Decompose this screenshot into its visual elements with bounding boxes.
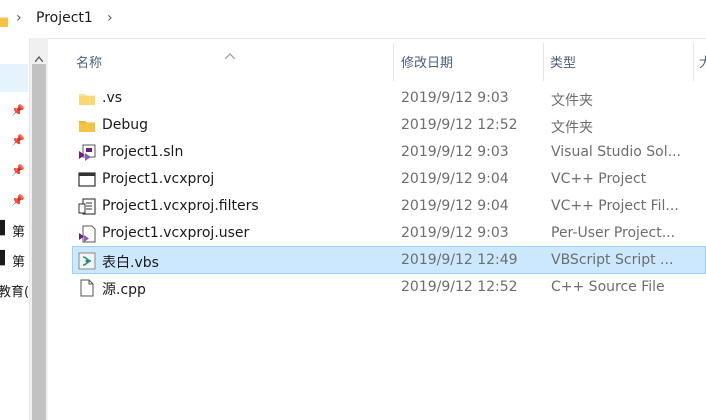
file-name: .vs xyxy=(102,90,123,106)
file-date: 2019/9/12 12:52 xyxy=(401,279,518,295)
file-name: Project1.vcxproj.filters xyxy=(102,198,259,214)
address-bar[interactable]: › Project1 › xyxy=(0,0,706,39)
column-divider[interactable] xyxy=(693,43,694,81)
file-type: VC++ Project Fil... xyxy=(551,198,679,214)
column-header-size[interactable]: 大 xyxy=(699,52,706,71)
file-row[interactable]: 源.cpp 2019/9/12 12:52 C++ Source File xyxy=(72,274,706,301)
file-row[interactable]: Debug 2019/9/12 12:52 文件夹 xyxy=(72,112,706,139)
file-row[interactable]: Project1.sln 2019/9/12 9:03 Visual Studi… xyxy=(72,139,706,166)
blank-file-icon xyxy=(78,279,96,297)
file-date: 2019/9/12 9:04 xyxy=(401,198,509,214)
file-name: 源.cpp xyxy=(102,282,146,298)
file-date: 2019/9/12 12:52 xyxy=(401,117,518,133)
column-header-type[interactable]: 类型 xyxy=(550,52,576,71)
file-type: 文件夹 xyxy=(551,120,593,136)
file-name: Project1.sln xyxy=(102,144,184,160)
file-row-selected[interactable]: 表白.vbs 2019/9/12 12:49 VBScript Script .… xyxy=(72,246,706,274)
file-row[interactable]: .vs 2019/9/12 9:03 文件夹 xyxy=(72,85,706,112)
file-name: Project1.vcxproj xyxy=(102,171,215,187)
column-header-bar: 名称 修改日期 类型 大 xyxy=(49,38,706,82)
folder-icon xyxy=(78,90,96,108)
file-row[interactable]: Project1.vcxproj.user 2019/9/12 9:03 Per… xyxy=(72,220,706,247)
column-header-date[interactable]: 修改日期 xyxy=(401,52,453,71)
folder-icon xyxy=(78,117,96,135)
column-divider[interactable] xyxy=(393,43,394,81)
file-date: 2019/9/12 9:03 xyxy=(401,225,509,241)
vbs-script-icon xyxy=(78,252,96,270)
vs-user-icon xyxy=(78,225,96,243)
pin-icon[interactable]: 📌 xyxy=(11,194,25,207)
filters-icon xyxy=(78,198,96,216)
vcxproj-icon xyxy=(78,171,96,189)
nav-item-label[interactable]: 教育( xyxy=(0,281,29,300)
file-type: VBScript Script ... xyxy=(551,252,674,268)
nav-item[interactable]: ▌ xyxy=(0,221,10,236)
file-date: 2019/9/12 9:04 xyxy=(401,171,509,187)
file-type: 文件夹 xyxy=(551,93,593,109)
nav-item-label[interactable]: 第 xyxy=(12,251,25,270)
nav-item-label[interactable]: 第 xyxy=(12,221,25,240)
file-type: Visual Studio Sol... xyxy=(551,144,681,160)
nav-selected-item[interactable] xyxy=(0,64,28,92)
file-date: 2019/9/12 12:49 xyxy=(401,252,518,268)
file-date: 2019/9/12 9:03 xyxy=(401,90,509,106)
file-name: Debug xyxy=(102,117,149,133)
breadcrumb-separator[interactable]: › xyxy=(16,10,22,26)
folder-icon xyxy=(0,12,8,31)
file-name: 表白.vbs xyxy=(102,255,159,271)
file-row[interactable]: Project1.vcxproj.filters 2019/9/12 9:04 … xyxy=(72,193,706,220)
file-name: Project1.vcxproj.user xyxy=(102,225,250,241)
pin-icon[interactable]: 📌 xyxy=(11,134,25,147)
file-type: VC++ Project xyxy=(551,171,647,187)
file-date: 2019/9/12 9:03 xyxy=(401,144,509,160)
column-header-name[interactable]: 名称 xyxy=(76,52,102,71)
nav-scrollbar[interactable] xyxy=(29,38,48,420)
nav-item[interactable]: ▌ xyxy=(0,251,10,266)
breadcrumb-project1[interactable]: Project1 xyxy=(36,10,93,26)
sort-ascending-icon xyxy=(224,44,236,63)
column-divider[interactable] xyxy=(543,43,544,81)
pin-icon[interactable]: 📌 xyxy=(11,164,25,177)
file-row[interactable]: Project1.vcxproj 2019/9/12 9:04 VC++ Pro… xyxy=(72,166,706,193)
breadcrumb-separator-end[interactable]: › xyxy=(107,10,113,26)
file-type: C++ Source File xyxy=(551,279,665,295)
scrollbar-thumb[interactable] xyxy=(32,64,46,420)
file-type: Per-User Project... xyxy=(551,225,676,241)
vs-solution-icon xyxy=(78,144,96,162)
pin-icon[interactable]: 📌 xyxy=(11,104,25,117)
